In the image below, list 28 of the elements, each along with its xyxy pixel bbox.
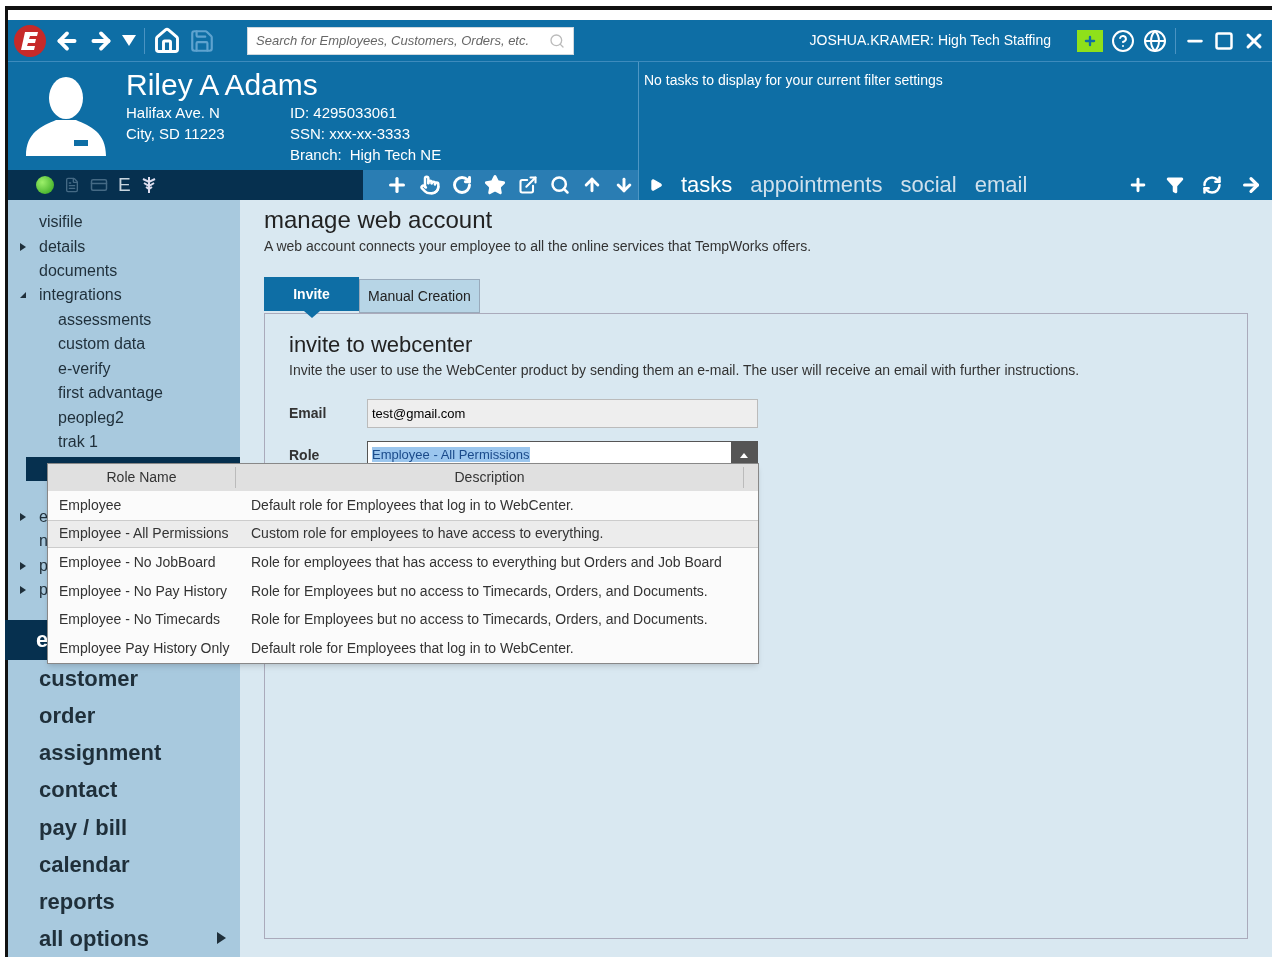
branch-name: High Tech NE xyxy=(349,145,442,165)
table-cell-text: Employee - All Permissions xyxy=(58,524,230,544)
table-cell-text: Default role for Employees that log in to WebCenter. xyxy=(251,495,574,515)
table-cell-text: Role for Employees but no access to Timecards, Orders, and Documents. xyxy=(251,581,708,601)
table-cell-text: Employee - No Pay History xyxy=(58,581,229,601)
section-description: Invite the user to use the WebCenter product by sending them an e-mail. The user will receive an email with further instructions. xyxy=(289,361,1081,380)
table-cell-text: Employee - No JobBoard xyxy=(58,553,217,572)
employee-name: Riley A Adams xyxy=(126,68,319,102)
address-line: Halifax Ave. N xyxy=(126,103,221,123)
address-line: City, SD 11223 xyxy=(126,124,226,144)
table-cell-text: Employee xyxy=(58,495,123,515)
table-cell-text: Employee Pay History Only xyxy=(58,638,231,658)
table-cell-text: Default role for Employees that log in to WebCenter. xyxy=(251,638,574,658)
email-label: Email xyxy=(289,404,328,423)
table-cell-text: Role for employees that has access to everything but Orders and Job Board xyxy=(251,553,722,572)
role-label: Role xyxy=(289,445,321,465)
page-description: A web account connects your employee to all the online services that TempWorks offers. xyxy=(264,237,813,256)
employee-id: ID: 4295033061 xyxy=(290,103,398,123)
table-cell-text: Role for Employees but no access to Timecards, Orders, and Documents. xyxy=(251,610,708,630)
user-name: JOSHUA.KRAMER: High Tech Staffing xyxy=(809,31,1051,50)
tasks-message: No tasks to display for your current filter settings xyxy=(643,71,944,90)
section-title: invite to webcenter xyxy=(289,332,474,358)
page-title: manage web account xyxy=(264,206,494,234)
table-cell-text: Custom role for employees to have access to everything. xyxy=(251,524,604,544)
table-cell-text: Employee - No Timecards xyxy=(58,610,222,630)
branch-label: Branch: xyxy=(290,145,342,165)
e-verify-status: E xyxy=(118,172,131,197)
ssn-text: SSN: xxx-xx-3333 xyxy=(290,124,412,144)
